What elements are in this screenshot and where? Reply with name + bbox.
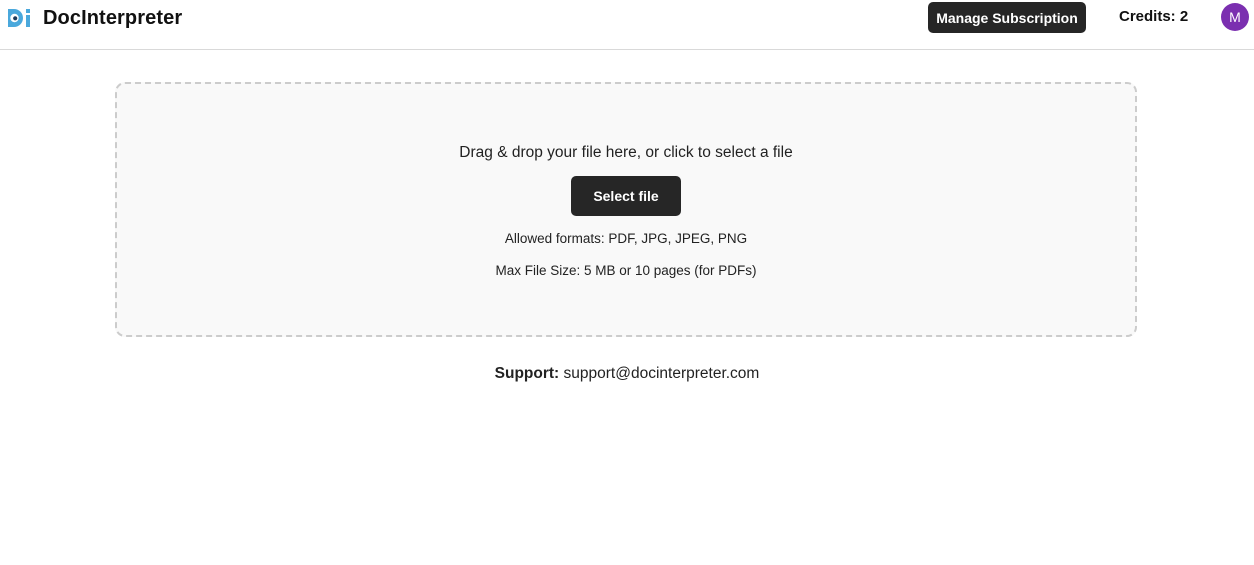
select-file-button[interactable]: Select file (571, 176, 681, 216)
brand-logo-link[interactable]: DocInterpreter (6, 6, 182, 30)
support-label: Support: (494, 365, 560, 382)
manage-subscription-button[interactable]: Manage Subscription (928, 2, 1086, 33)
max-file-size-text: Max File Size: 5 MB or 10 pages (for PDF… (495, 263, 757, 278)
credits-counter: Credits: 2 (1119, 8, 1189, 25)
dropzone-prompt: Drag & drop your file here, or click to … (459, 144, 793, 161)
top-header: DocInterpreter Manage Subscription Credi… (0, 0, 1254, 50)
support-email-link[interactable]: support@docinterpreter.com (564, 365, 760, 382)
brand-name: DocInterpreter (43, 6, 183, 29)
file-dropzone[interactable]: Drag & drop your file here, or click to … (115, 82, 1137, 337)
support-line: Support: support@docinterpreter.com (0, 365, 1254, 383)
docinterpreter-logo-icon (6, 7, 32, 29)
user-avatar[interactable]: M (1221, 3, 1249, 31)
allowed-formats-text: Allowed formats: PDF, JPG, JPEG, PNG (504, 231, 748, 246)
